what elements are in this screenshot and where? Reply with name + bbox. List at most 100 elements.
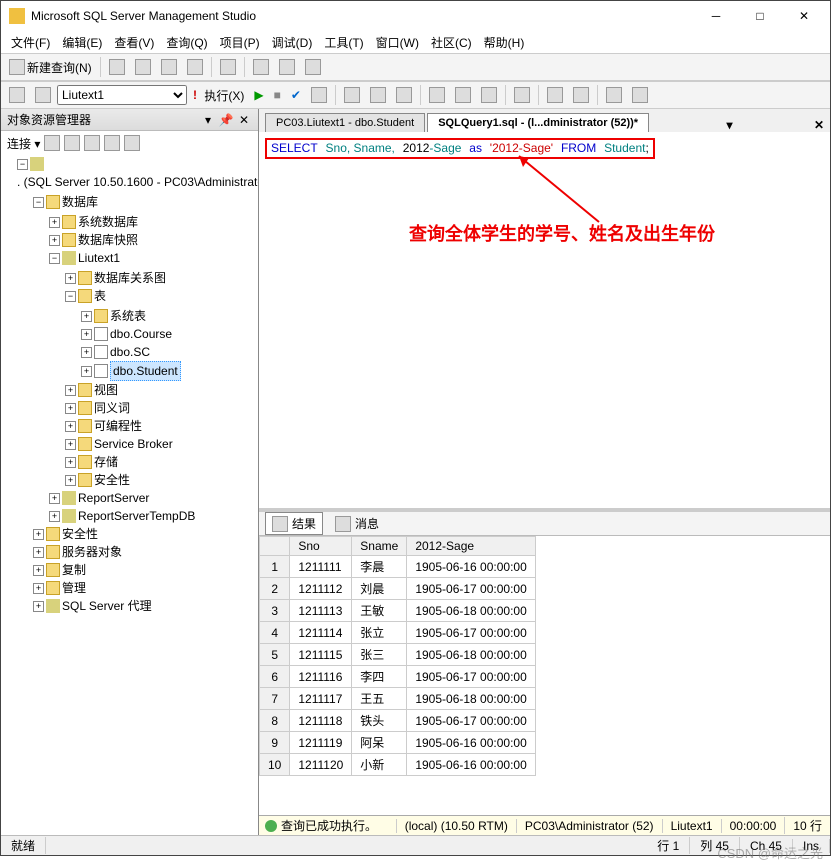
expand-icon[interactable]: + (81, 329, 92, 340)
col-sage[interactable]: 2012-Sage (407, 537, 535, 556)
tree-reportservertmp[interactable]: +ReportServerTempDB (49, 507, 258, 525)
cell-sno[interactable]: 1211119 (290, 732, 352, 754)
stop-icon[interactable] (84, 135, 100, 151)
expand-icon[interactable]: + (81, 311, 92, 322)
tool-button[interactable] (183, 57, 207, 77)
table-row[interactable]: 51211115张三1905-06-18 00:00:00 (260, 644, 536, 666)
execute-button[interactable]: ! 执行(X) (189, 85, 248, 106)
tree-tables[interactable]: −表 +系统表 +dbo.Course +dbo.SC +dbo.Student (65, 287, 258, 381)
table-row[interactable]: 21211112刘晨1905-06-17 00:00:00 (260, 578, 536, 600)
expand-icon[interactable]: + (33, 529, 44, 540)
outdent-button[interactable] (569, 85, 593, 105)
connect-button[interactable]: 连接 ▾ (7, 135, 40, 152)
tree-replication[interactable]: +复制 (33, 561, 258, 579)
tree-reportserver[interactable]: +ReportServer (49, 489, 258, 507)
tree-systables[interactable]: +系统表 (81, 307, 258, 325)
menu-project[interactable]: 项目(P) (214, 32, 266, 53)
object-tree[interactable]: −. (SQL Server 10.50.1600 - PC03\Adminis… (1, 155, 258, 835)
expand-icon[interactable]: + (33, 565, 44, 576)
tree-server[interactable]: −. (SQL Server 10.50.1600 - PC03\Adminis… (17, 157, 258, 615)
cell-sage[interactable]: 1905-06-17 00:00:00 (407, 622, 535, 644)
cell-sage[interactable]: 1905-06-17 00:00:00 (407, 578, 535, 600)
cell-sname[interactable]: 张立 (352, 622, 407, 644)
tool-button[interactable] (477, 85, 501, 105)
cell-sname[interactable]: 阿呆 (352, 732, 407, 754)
database-selector[interactable]: Liutext1 (57, 85, 187, 105)
tree-synonyms[interactable]: +同义词 (65, 399, 258, 417)
table-row[interactable]: 31211113王敏1905-06-18 00:00:00 (260, 600, 536, 622)
tool-button[interactable] (307, 85, 331, 105)
menu-debug[interactable]: 调试(D) (266, 32, 319, 53)
cell-sage[interactable]: 1905-06-16 00:00:00 (407, 754, 535, 776)
tree-table-student[interactable]: +dbo.Student (81, 361, 258, 381)
table-row[interactable]: 11211111李晨1905-06-16 00:00:00 (260, 556, 536, 578)
tree-snapshots[interactable]: +数据库快照 (49, 231, 258, 249)
indent-button[interactable] (543, 85, 567, 105)
cell-sno[interactable]: 1211120 (290, 754, 352, 776)
tool-button[interactable] (366, 85, 390, 105)
cell-sname[interactable]: 刘晨 (352, 578, 407, 600)
dropdown-button[interactable]: ▾ (200, 112, 216, 128)
refresh-icon[interactable] (124, 135, 140, 151)
tab-sqlquery[interactable]: SQLQuery1.sql - (l...dministrator (52))* (427, 113, 649, 132)
sql-editor[interactable]: SELECT Sno, Sname, 2012-Sage as '2012-Sa… (259, 132, 830, 512)
save-button[interactable] (249, 57, 273, 77)
tool-button[interactable] (131, 57, 155, 77)
tab-close-button[interactable]: ✕ (814, 118, 824, 132)
cell-sname[interactable]: 王敏 (352, 600, 407, 622)
menu-community[interactable]: 社区(C) (425, 32, 478, 53)
menu-tools[interactable]: 工具(T) (318, 32, 369, 53)
col-sname[interactable]: Sname (352, 537, 407, 556)
tree-table-course[interactable]: +dbo.Course (81, 325, 258, 343)
cell-sno[interactable]: 1211114 (290, 622, 352, 644)
expand-icon[interactable]: + (65, 385, 76, 396)
expand-icon[interactable]: + (81, 366, 92, 377)
cell-sage[interactable]: 1905-06-18 00:00:00 (407, 688, 535, 710)
menu-file[interactable]: 文件(F) (5, 32, 56, 53)
debug-button[interactable]: ▶ (250, 86, 267, 104)
tree-programmability[interactable]: +可编程性 (65, 417, 258, 435)
open-button[interactable] (216, 57, 240, 77)
expand-icon[interactable]: + (65, 403, 76, 414)
expand-icon[interactable]: + (49, 235, 60, 246)
cell-sage[interactable]: 1905-06-18 00:00:00 (407, 644, 535, 666)
tool-button[interactable] (392, 85, 416, 105)
tree-sqlagent[interactable]: +SQL Server 代理 (33, 597, 258, 615)
cell-sage[interactable]: 1905-06-18 00:00:00 (407, 600, 535, 622)
cell-sno[interactable]: 1211111 (290, 556, 352, 578)
tree-dbsecurity[interactable]: +安全性 (65, 471, 258, 489)
cell-sname[interactable]: 张三 (352, 644, 407, 666)
cell-sno[interactable]: 1211117 (290, 688, 352, 710)
tree-table-sc[interactable]: +dbo.SC (81, 343, 258, 361)
pin-button[interactable]: 📌 (218, 112, 234, 128)
expand-icon[interactable]: + (65, 457, 76, 468)
filter-icon[interactable] (104, 135, 120, 151)
parse-button[interactable]: ✔ (287, 86, 305, 104)
cell-sno[interactable]: 1211113 (290, 600, 352, 622)
menu-query[interactable]: 查询(Q) (160, 32, 213, 53)
tool-button[interactable] (105, 57, 129, 77)
cell-sno[interactable]: 1211116 (290, 666, 352, 688)
uncomment-button[interactable] (628, 85, 652, 105)
cell-sage[interactable]: 1905-06-17 00:00:00 (407, 710, 535, 732)
messages-tab[interactable]: 消息 (329, 513, 385, 534)
results-tab[interactable]: 结果 (265, 512, 323, 535)
expand-icon[interactable]: + (65, 475, 76, 486)
results-grid[interactable]: Sno Sname 2012-Sage 11211111李晨1905-06-16… (259, 536, 830, 815)
minimize-button[interactable]: ─ (694, 2, 738, 30)
expand-icon[interactable]: + (65, 273, 76, 284)
col-sno[interactable]: Sno (290, 537, 352, 556)
cell-sname[interactable]: 李晨 (352, 556, 407, 578)
cell-sage[interactable]: 1905-06-17 00:00:00 (407, 666, 535, 688)
expand-icon[interactable]: + (49, 493, 60, 504)
tree-servicebroker[interactable]: +Service Broker (65, 435, 258, 453)
menu-edit[interactable]: 编辑(E) (56, 32, 108, 53)
expand-icon[interactable]: + (65, 421, 76, 432)
table-row[interactable]: 81211118铁头1905-06-17 00:00:00 (260, 710, 536, 732)
tree-storage[interactable]: +存储 (65, 453, 258, 471)
table-row[interactable]: 71211117王五1905-06-18 00:00:00 (260, 688, 536, 710)
cell-sno[interactable]: 1211118 (290, 710, 352, 732)
disconnect-icon[interactable] (64, 135, 80, 151)
table-row[interactable]: 91211119阿呆1905-06-16 00:00:00 (260, 732, 536, 754)
tree-databases[interactable]: −数据库 +系统数据库 +数据库快照 −Liutext1 +数据库关系图 −表 (33, 193, 258, 525)
